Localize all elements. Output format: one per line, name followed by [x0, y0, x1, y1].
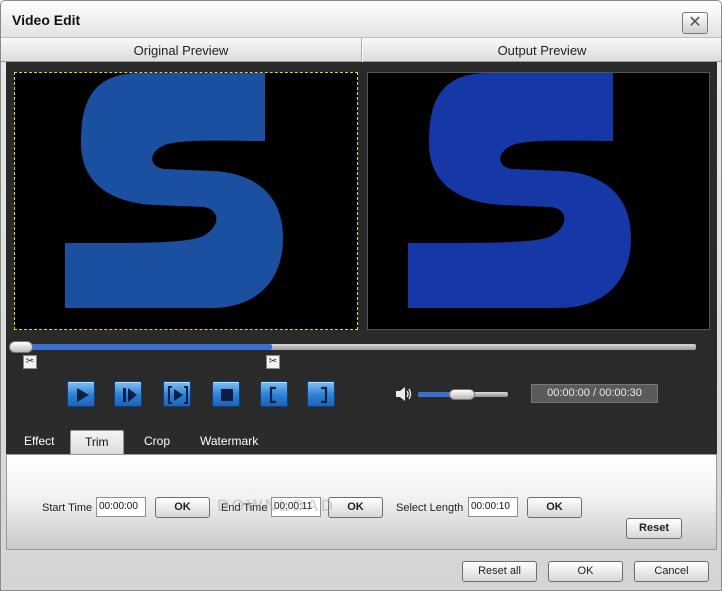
trim-start-marker[interactable]: ✂ [23, 355, 37, 369]
mark-in-button[interactable] [260, 381, 288, 407]
start-time-label: Start Time [42, 502, 93, 514]
timeline-playhead[interactable] [9, 341, 33, 353]
video-edit-window: Video Edit ✕ Original Preview Output Pre… [0, 0, 722, 591]
trim-panel: Start Time 00:00:00 OK End Time 00:00:11… [6, 454, 717, 550]
play-selection-icon [168, 386, 188, 404]
tab-trim[interactable]: Trim [70, 430, 124, 454]
play-selection-button[interactable] [163, 381, 191, 407]
output-logo-image [408, 73, 631, 308]
tab-effect[interactable]: Effect [24, 434, 54, 448]
stop-button[interactable] [212, 381, 240, 407]
timeline-selection-fill [18, 344, 273, 350]
close-icon: ✕ [688, 14, 702, 31]
step-forward-icon [123, 388, 137, 402]
original-preview-pane[interactable] [14, 72, 358, 330]
trim-reset-button[interactable]: Reset [626, 518, 682, 539]
stop-icon [221, 389, 233, 401]
volume-icon[interactable] [395, 386, 413, 402]
volume-slider-handle[interactable] [449, 389, 475, 400]
output-preview-pane [367, 72, 710, 330]
output-preview-label: Output Preview [497, 43, 587, 58]
start-time-input[interactable]: 00:00:00 [96, 497, 146, 517]
window-title: Video Edit [12, 12, 81, 28]
end-time-ok-button[interactable]: OK [328, 497, 383, 518]
trim-end-marker[interactable]: ✂ [266, 355, 280, 369]
tab-crop[interactable]: Crop [144, 434, 170, 448]
time-display: 00:00:00 / 00:00:30 [531, 384, 658, 403]
preview-header: Original Preview Output Preview [1, 37, 721, 62]
play-button[interactable] [67, 381, 95, 407]
select-length-ok-button[interactable]: OK [527, 497, 582, 518]
select-length-input[interactable]: 00:00:10 [468, 497, 518, 517]
video-area: ✂ ✂ 00:00:00 / 00:00:30 [6, 62, 717, 426]
scissors-icon: ✂ [268, 356, 278, 367]
tab-watermark[interactable]: Watermark [200, 434, 258, 448]
close-button[interactable]: ✕ [682, 12, 708, 34]
ok-button[interactable]: OK [548, 561, 623, 582]
mark-in-icon [269, 386, 276, 404]
play-icon [77, 388, 89, 402]
start-time-ok-button[interactable]: OK [155, 497, 210, 518]
preview-header-divider [361, 38, 362, 62]
volume-level-fill [418, 392, 450, 397]
step-forward-button[interactable] [114, 381, 142, 407]
original-preview-label: Original Preview [133, 43, 229, 58]
mark-out-button[interactable] [307, 381, 335, 407]
select-length-label: Select Length [396, 502, 464, 514]
download-watermark: DOWNLOAD [217, 496, 335, 515]
timeline-track[interactable] [18, 344, 696, 350]
title-bar: Video Edit ✕ [1, 1, 721, 37]
scissors-icon: ✂ [25, 356, 35, 367]
reset-all-button[interactable]: Reset all [462, 561, 537, 582]
cancel-button[interactable]: Cancel [634, 561, 709, 582]
mark-out-icon [321, 386, 328, 404]
original-logo-image [65, 73, 283, 308]
edit-tabs: Effect Trim Crop Watermark [6, 426, 717, 454]
